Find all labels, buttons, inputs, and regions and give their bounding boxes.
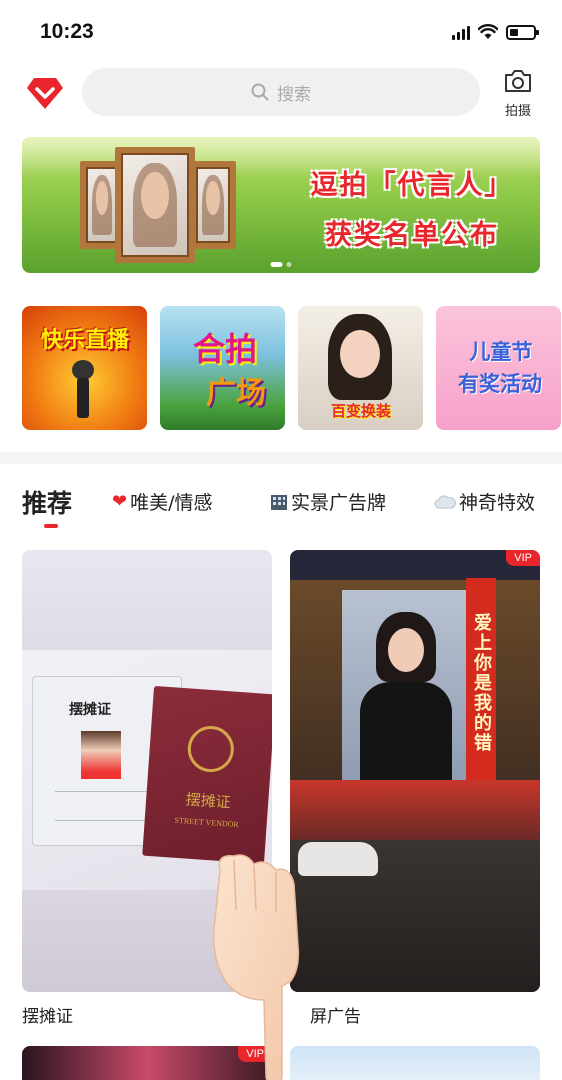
car xyxy=(298,842,378,876)
permit-cover-subtitle: STREET VENDOR xyxy=(174,815,240,830)
heart-icon: ❤ xyxy=(112,491,128,512)
banner-photo-frame xyxy=(190,161,236,249)
card-title: 屏广告 xyxy=(310,1007,361,1027)
national-emblem-icon xyxy=(186,724,236,774)
template-card[interactable]: 摆摊证 摆摊证 STREET VENDOR xyxy=(22,550,272,992)
tile-label-line1: 儿童节 xyxy=(469,339,533,364)
wifi-icon xyxy=(478,24,498,39)
street-lights xyxy=(290,780,540,840)
tile-duet-square[interactable]: 合拍 广场 xyxy=(160,306,285,430)
tile-label: 百变换装 xyxy=(330,402,391,420)
tile-label-line2: 广场 xyxy=(206,376,266,411)
billboard-person-face xyxy=(388,628,424,672)
search-input[interactable]: 搜索 xyxy=(82,68,480,116)
permit-title: 摆摊证 xyxy=(69,702,111,718)
permit-cover: 摆摊证 STREET VENDOR xyxy=(142,685,272,865)
tab-magic-effects[interactable]: 神奇特效 xyxy=(434,488,535,515)
category-tabs: 推荐 ❤ 唯美/情感 实景广告牌 神奇特效 xyxy=(0,472,562,532)
template-card[interactable]: VIP xyxy=(22,1046,272,1080)
billboard-sign: 爱上你是我的错 xyxy=(466,578,496,788)
cloud-icon xyxy=(434,494,456,508)
vip-badge: VIP xyxy=(238,1046,272,1062)
promo-banner[interactable]: 逗拍「代言人」 获奖名单公布 xyxy=(22,137,540,273)
status-bar: 10:23 xyxy=(0,0,562,62)
active-tab-indicator xyxy=(44,524,58,528)
tile-portrait-face xyxy=(340,330,380,378)
tab-recommend[interactable]: 推荐 xyxy=(22,484,72,520)
section-separator xyxy=(0,452,562,464)
building-icon xyxy=(271,494,287,510)
tile-label-line2: 有奖活动 xyxy=(458,371,542,396)
billboard-person-body xyxy=(360,682,452,790)
banner-title-line2: 获奖名单公布 xyxy=(325,220,499,251)
billboard-screen xyxy=(342,590,470,790)
tab-label: 神奇特效 xyxy=(459,492,536,514)
microphone-handle xyxy=(77,378,89,418)
tile-childrens-day[interactable]: 儿童节 有奖活动 xyxy=(436,306,561,430)
banner-dot-active xyxy=(270,262,283,267)
tab-label: 唯美/情感 xyxy=(130,492,213,514)
search-icon xyxy=(251,83,269,101)
tile-costume-change[interactable]: 百变换装 xyxy=(298,306,423,430)
tab-real-billboard[interactable]: 实景广告牌 xyxy=(270,488,386,515)
microphone-icon xyxy=(72,360,94,380)
template-card[interactable] xyxy=(290,1046,540,1080)
search-placeholder: 搜索 xyxy=(277,84,311,105)
permit-photo xyxy=(81,731,121,779)
card-title: 摆摊证 xyxy=(22,1007,73,1027)
diamond-logo-icon[interactable] xyxy=(26,76,64,110)
status-icons xyxy=(452,24,539,40)
signal-icon xyxy=(452,24,470,40)
permit-lines xyxy=(55,791,151,821)
template-card[interactable]: 爱上你是我的错 VIP xyxy=(290,550,540,992)
battery-icon xyxy=(506,24,539,40)
tile-happy-live[interactable]: 快乐直播 xyxy=(22,306,147,430)
permit-cover-title: 摆摊证 xyxy=(185,790,232,812)
banner-dot xyxy=(286,262,292,267)
tab-aesthetic-emotion[interactable]: ❤ 唯美/情感 xyxy=(112,488,213,515)
vip-badge: VIP xyxy=(506,550,540,566)
card-smoke xyxy=(22,890,272,992)
status-time: 10:23 xyxy=(40,20,94,43)
tile-label-line1: 合拍 xyxy=(192,330,257,368)
category-tiles: 快乐直播 合拍 广场 百变换装 儿童节 有奖活动 xyxy=(22,306,562,432)
banner-title-line1: 逗拍「代言人」 xyxy=(310,170,514,201)
banner-pagination xyxy=(270,262,292,267)
camera-label: 拍摄 xyxy=(504,104,531,119)
camera-icon xyxy=(505,70,531,92)
tab-label: 实景广告牌 xyxy=(291,492,387,514)
tile-label: 快乐直播 xyxy=(40,327,129,353)
billboard-sign-text: 爱上你是我的错 xyxy=(471,613,492,753)
banner-photo-frame xyxy=(115,147,195,263)
camera-button[interactable]: 拍摄 xyxy=(500,68,536,119)
